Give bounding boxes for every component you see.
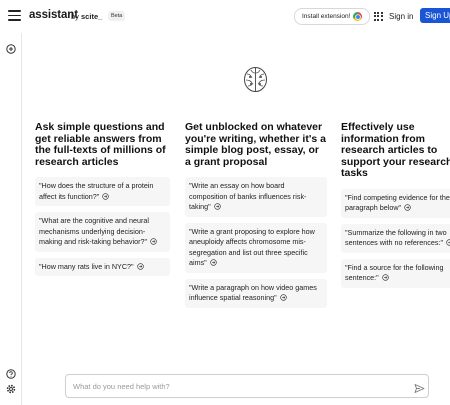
sign-up-button[interactable]: Sign Up	[420, 8, 450, 23]
app-byline: by scite_	[71, 12, 102, 21]
send-icon[interactable]	[414, 381, 425, 393]
example-prompt-text: "Find competing evidence for the paragra…	[345, 192, 450, 213]
install-extension-label: Install extension!	[302, 13, 351, 20]
arrow-right-icon	[102, 192, 110, 200]
example-prompt-text: "What are the cognitive and neural mecha…	[39, 216, 150, 246]
plus-circle-icon[interactable]	[6, 44, 16, 54]
arrow-right-icon	[213, 203, 221, 210]
example-prompt-text: "Write an essay on how board composition…	[189, 181, 307, 211]
column-ask-questions: Ask simple questions and get reliable an…	[35, 121, 170, 282]
column-title: Effectively use information from researc…	[341, 121, 450, 179]
menu-icon[interactable]	[8, 10, 21, 21]
help-circle-icon[interactable]	[6, 369, 16, 379]
install-extension-button[interactable]: Install extension!	[294, 8, 370, 25]
example-prompt-text: "Write a paragraph on how video games in…	[189, 282, 317, 303]
example-prompt-card[interactable]: "Find a source for the following sentenc…	[341, 258, 450, 288]
column-title: Get unblocked on whatever you're writing…	[185, 121, 326, 168]
apps-grid-icon[interactable]	[374, 12, 383, 21]
arrow-right-icon	[150, 238, 157, 245]
example-prompt-card[interactable]: "How does the structure of a protein aff…	[35, 177, 170, 206]
example-prompt-card[interactable]: "Write a grant proposing to explore how …	[185, 222, 327, 273]
brain-logo-icon	[242, 66, 269, 93]
arrow-right-icon	[381, 274, 389, 281]
prompt-input[interactable]	[73, 380, 393, 393]
example-prompt-card[interactable]: "How many rats live in NYC?"	[35, 257, 170, 276]
prompt-input-box	[65, 374, 429, 398]
arrow-right-icon	[279, 294, 287, 301]
example-prompt-text: "Find a source for the following sentenc…	[345, 262, 444, 283]
arrow-right-icon	[446, 239, 450, 246]
example-prompt-text: "Write a grant proposing to explore how …	[189, 226, 315, 268]
sign-in-link[interactable]: Sign in	[389, 12, 413, 21]
column-title: Ask simple questions and get reliable an…	[35, 121, 166, 168]
example-prompt-text: "Summarize the following in two sentence…	[345, 227, 447, 248]
example-prompt-text: "How many rats live in NYC?"	[39, 261, 134, 271]
byline-prefix: by	[71, 12, 82, 21]
beta-badge: Beta	[108, 11, 126, 21]
arrow-right-icon	[404, 204, 411, 211]
column-research-tasks: Effectively use information from researc…	[341, 121, 450, 294]
example-prompt-card[interactable]: "What are the cognitive and neural mecha…	[35, 212, 170, 252]
example-prompt-card[interactable]: "Write a paragraph on how video games in…	[185, 278, 327, 308]
column-writing: Get unblocked on whatever you're writing…	[185, 121, 327, 314]
chrome-icon	[353, 12, 363, 21]
byline-company: scite_	[81, 12, 103, 21]
top-bar: assistant by scite_ Beta Install extensi…	[0, 0, 450, 33]
arrow-right-icon	[209, 259, 217, 266]
example-prompt-card[interactable]: "Find competing evidence for the paragra…	[341, 188, 450, 218]
example-prompt-card[interactable]: "Summarize the following in two sentence…	[341, 223, 450, 253]
example-prompt-text: "How does the structure of a protein aff…	[39, 181, 154, 201]
arrow-right-icon	[136, 262, 144, 270]
left-rail	[0, 33, 22, 405]
example-prompt-card[interactable]: "Write an essay on how board composition…	[185, 177, 327, 217]
gear-icon[interactable]	[6, 384, 16, 394]
